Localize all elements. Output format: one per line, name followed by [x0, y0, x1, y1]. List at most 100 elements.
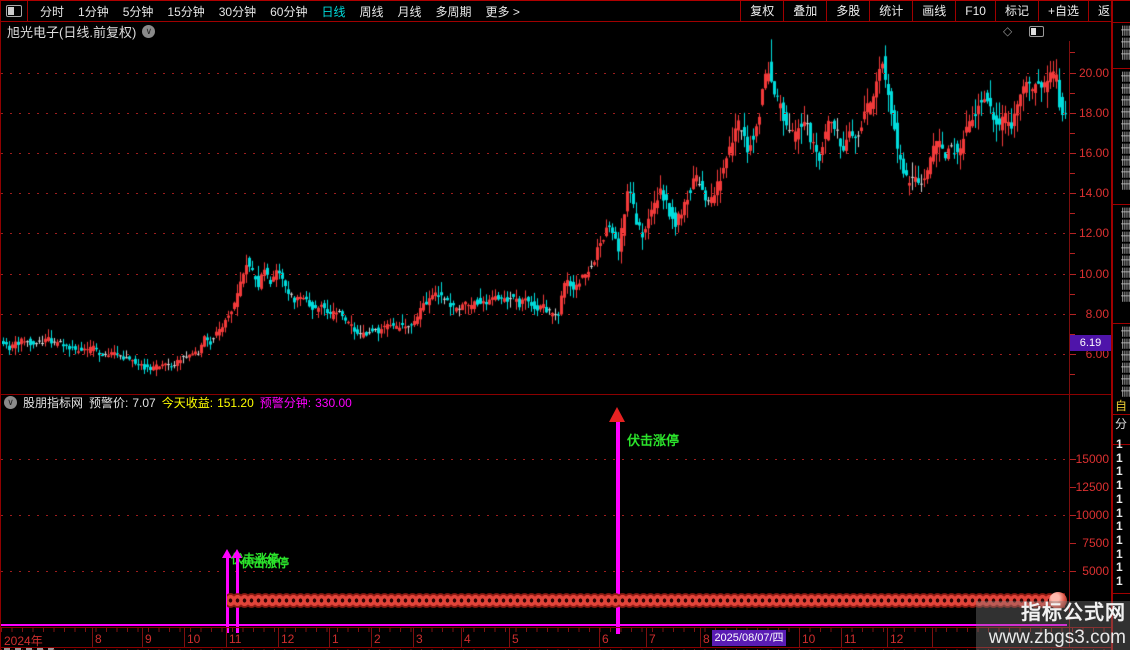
alert-price-value: 7.07 [132, 395, 156, 410]
indicator-name[interactable]: 股朋指标网 [23, 394, 83, 411]
panel-toggle-icon [6, 5, 22, 17]
toolbar-right-buttons: 复权 叠加 多股 统计 画线 F10 标记 +自选 返回 [740, 1, 1130, 22]
right-strip-digit: 1 [1116, 505, 1123, 520]
price-gridline-10.00 [1, 273, 1067, 275]
alert-minutes-value: 330.00 [315, 395, 352, 410]
month-separator [799, 628, 800, 647]
period-tab-1[interactable]: 1分钟 [78, 3, 109, 20]
period-tab-6[interactable]: 日线 [321, 3, 345, 20]
alert-price-label: 预警价: [89, 396, 129, 410]
right-strip-digit: 1 [1116, 574, 1123, 588]
month-label-9: 5 [512, 632, 519, 646]
candlestick-chart-canvas[interactable] [2, 37, 1068, 394]
indicator-label-12500: 12500 [1075, 480, 1109, 494]
right-strip-white-char: 分 [1115, 417, 1128, 431]
toolbar-button-3[interactable]: 统计 [869, 1, 912, 22]
toolbar-button-4[interactable]: 画线 [912, 1, 955, 22]
month-separator [841, 628, 842, 647]
period-tabs: 分时 1分钟 5分钟 15分钟 30分钟 60分钟 日线 周线 月线 多周期 更多 > [28, 3, 520, 20]
price-minor-tick [1070, 213, 1075, 215]
right-strip-separator [1113, 22, 1130, 23]
month-label-4: 12 [281, 632, 295, 646]
period-tab-2[interactable]: 5分钟 [123, 3, 154, 20]
price-minor-tick [1070, 52, 1075, 54]
month-separator [646, 628, 647, 647]
toolbar-button-6[interactable]: 标记 [994, 1, 1038, 22]
month-label-15: 12 [890, 632, 904, 646]
toolbar-button-2[interactable]: 多股 [826, 1, 869, 22]
month-separator [92, 628, 93, 647]
month-label-3: 11 [229, 632, 242, 646]
period-tab-5[interactable]: 60分钟 [270, 3, 307, 20]
toolbar-button-0[interactable]: 复权 [740, 1, 783, 22]
current-price-badge: 6.19 [1070, 335, 1111, 351]
right-strip-digit: 1 [1116, 491, 1123, 506]
price-minor-tick [1070, 253, 1075, 255]
price-label-14.00: 14.00 [1078, 186, 1109, 201]
price-gridline-8.00 [1, 313, 1067, 315]
top-toolbar: 分时 1分钟 5分钟 15分钟 30分钟 60分钟 日线 周线 月线 多周期 更多 > 复权 叠加 多股… [1, 1, 1130, 22]
period-tab-0[interactable]: 分时 [40, 3, 64, 20]
indicator-header: ∨ 股朋指标网 预警价: 7.07 今天收益: 151.20 预警分钟: 330… [1, 395, 1111, 410]
month-label-0: 8 [95, 632, 102, 646]
month-label-10: 6 [602, 632, 609, 646]
right-strip-digit: 1 [1116, 546, 1123, 561]
right-strip-clipped-text-0: 卌卌卌 [1119, 25, 1130, 61]
period-tab-9[interactable]: 多周期 [436, 3, 472, 20]
month-label-2: 10 [187, 632, 201, 646]
price-label-10.00: 10.00 [1078, 266, 1109, 281]
right-strip-separator [1113, 593, 1130, 594]
price-minor-tick [1070, 173, 1075, 174]
diamond-icon[interactable]: ◇ [1003, 24, 1012, 38]
stock-app-window: 分时 1分钟 5分钟 15分钟 30分钟 60分钟 日线 周线 月线 多周期 更多 > 复权 叠加 多股… [0, 0, 1130, 650]
bottom-border [1, 647, 1111, 648]
right-strip-yellow-char: 自 [1115, 399, 1128, 413]
month-separator [142, 628, 143, 647]
month-separator [461, 628, 462, 647]
right-strip-clipped-text-2: 卌卌卌卌卌卌卌卌 [1119, 207, 1130, 303]
right-strip-digit: 1 [1116, 532, 1123, 547]
clipped-right-panel: 卌卌卌 卌卌卌卌卌卌卌卌卌卌 卌卌卌卌卌卌卌卌 卌卌卌卌卌卌自分 1 1 1 1 1 1 1 1 1 1 1 [1111, 1, 1130, 650]
indicator-gridline-5000 [1, 571, 1067, 572]
indicator-label-15000: 15000 [1075, 452, 1109, 466]
indicator-gridline-10000 [1, 515, 1067, 516]
indicator-collapse-icon[interactable]: ∨ [4, 396, 17, 409]
price-gridline-12.00 [1, 233, 1067, 235]
month-separator [413, 628, 414, 647]
toolbar-button-5[interactable]: F10 [955, 1, 995, 22]
month-separator [509, 628, 510, 647]
month-separator [184, 628, 185, 647]
price-minor-tick [1070, 293, 1075, 295]
month-separator [278, 628, 279, 647]
price-gridline-16.00 [1, 152, 1067, 154]
price-label-16.00: 16.00 [1078, 145, 1109, 160]
price-label-8.00: 8.00 [1085, 306, 1109, 321]
period-tab-8[interactable]: 月线 [398, 3, 422, 20]
toolbar-button-7[interactable]: +自选 [1037, 1, 1088, 22]
period-tab-10[interactable]: 更多 > [486, 3, 520, 20]
layout-panel-icon[interactable] [1029, 26, 1044, 37]
period-tab-3[interactable]: 15分钟 [167, 3, 204, 20]
watermark: 指标公式网 www.zbgs3.com [976, 601, 1130, 650]
profit-value: 151.20 [217, 395, 254, 410]
indicator-gridline-15000 [1, 459, 1067, 460]
signal-label-1: 伏击涨停 [241, 556, 290, 570]
price-minor-tick [1070, 132, 1075, 134]
right-strip-separator [1113, 323, 1130, 324]
sidebar-toggle-button[interactable] [1, 1, 28, 21]
toolbar-button-1[interactable]: 叠加 [783, 1, 826, 22]
period-tab-7[interactable]: 周线 [359, 3, 383, 20]
period-tab-4[interactable]: 30分钟 [219, 3, 256, 20]
right-strip-digit: 1 [1116, 450, 1123, 465]
month-label-12: 8 [703, 632, 710, 646]
month-separator [700, 628, 701, 647]
price-gridline-6.00 [1, 353, 1067, 355]
month-label-8: 4 [464, 632, 471, 646]
month-label-6: 2 [374, 632, 381, 646]
right-strip-digit: 1 [1116, 519, 1123, 534]
price-gridline-20.00 [1, 72, 1067, 74]
indicator-label-5000: 5000 [1082, 564, 1109, 578]
time-axis-ticks [1, 628, 1111, 632]
watermark-url: www.zbgs3.com [988, 627, 1126, 648]
alert-minutes-label: 预警分钟: [259, 396, 312, 410]
